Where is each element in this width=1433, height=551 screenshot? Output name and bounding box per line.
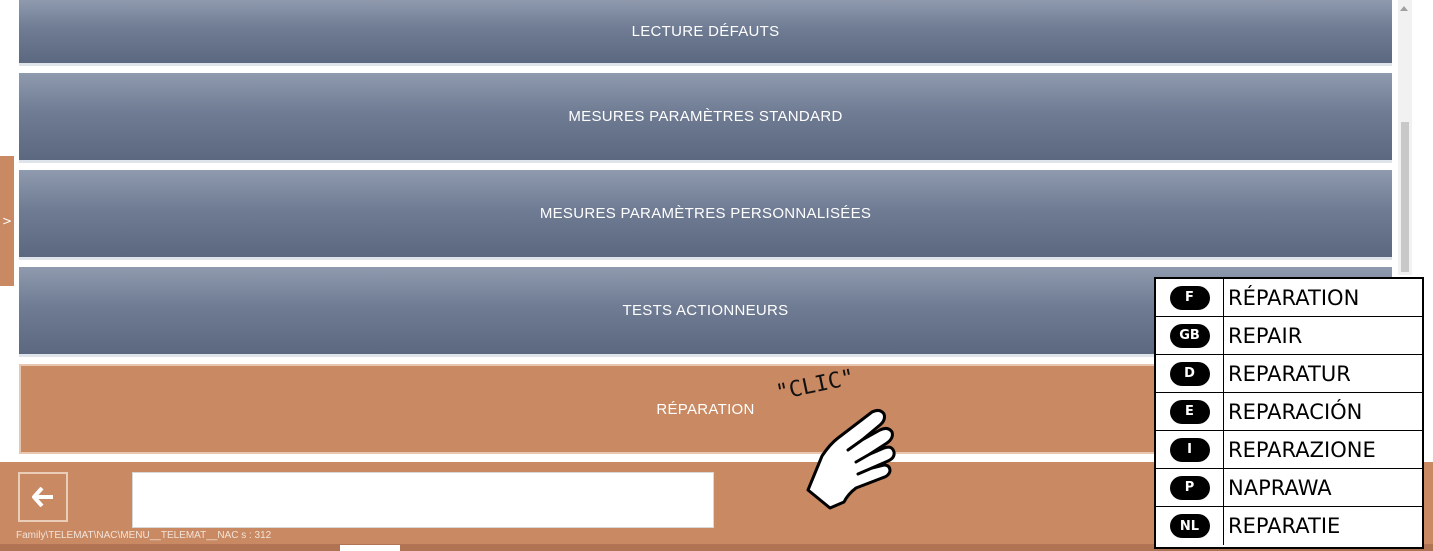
side-panel-toggle[interactable]: > <box>0 156 14 286</box>
lecture-defauts-button[interactable]: LECTURE DÉFAUTS <box>19 0 1392 66</box>
legend-badge-cell: GB <box>1156 317 1224 354</box>
italy-code-badge: I <box>1169 437 1210 462</box>
back-button[interactable] <box>18 472 68 522</box>
reparation-label: RÉPARATION <box>656 400 755 418</box>
legend-row-gb: GB REPAIR <box>1156 317 1422 355</box>
legend-word-de: REPARATUR <box>1228 361 1351 386</box>
legend-badge-cell: I <box>1156 431 1224 468</box>
tests-actionneurs-label: TESTS ACTIONNEURS <box>622 302 789 319</box>
status-tab <box>340 545 400 551</box>
translation-legend: F RÉPARATION GB REPAIR D REPARATUR E REP… <box>1154 277 1424 549</box>
mesures-parametres-personnalisees-label: MESURES PARAMÈTRES PERSONNALISÉES <box>539 205 872 222</box>
legend-row-d: D REPARATUR <box>1156 355 1422 393</box>
legend-badge-cell: D <box>1156 355 1224 392</box>
mesures-parametres-standard-button[interactable]: MESURES PARAMÈTRES STANDARD <box>19 73 1392 163</box>
legend-badge-cell: P <box>1156 469 1224 506</box>
legend-row-e: E REPARACIÓN <box>1156 393 1422 431</box>
legend-badge-cell: F <box>1156 279 1224 316</box>
legend-badge-cell: E <box>1156 393 1224 430</box>
netherlands-code-badge: NL <box>1169 514 1210 538</box>
lecture-defauts-label: LECTURE DÉFAUTS <box>631 23 780 40</box>
legend-word-it: REPARAZIONE <box>1228 437 1376 462</box>
spain-code-badge: E <box>1169 399 1210 424</box>
legend-badge-cell: NL <box>1156 507 1224 545</box>
vertical-scrollbar[interactable] <box>1398 0 1412 275</box>
scroll-up-arrow-icon[interactable] <box>1400 6 1408 11</box>
legend-row-i: I REPARAZIONE <box>1156 431 1422 469</box>
germany-code-badge: D <box>1169 361 1210 386</box>
screen: LECTURE DÉFAUTS MESURES PARAMÈTRES STAND… <box>0 0 1433 551</box>
pointing-hand-icon <box>806 408 896 510</box>
text-input-field[interactable] <box>132 472 714 528</box>
legend-row-nl: NL REPARATIE <box>1156 507 1422 545</box>
scrollbar-thumb[interactable] <box>1401 122 1409 272</box>
arrow-left-icon <box>32 487 53 507</box>
uk-code-badge: GB <box>1169 323 1210 348</box>
france-code-badge: F <box>1169 285 1210 310</box>
legend-word-en: REPAIR <box>1228 323 1303 348</box>
chevron-right-icon: > <box>2 214 13 228</box>
legend-row-p: P NAPRAWA <box>1156 469 1422 507</box>
legend-row-f: F RÉPARATION <box>1156 279 1422 317</box>
legend-word-nl: REPARATIE <box>1228 514 1341 538</box>
legend-word-es: REPARACIÓN <box>1228 399 1363 424</box>
legend-word-pl: NAPRAWA <box>1228 475 1332 500</box>
screen-path-label: Family\TELEMAT\NAC\MENU__TELEMAT__NAC s … <box>16 530 272 541</box>
poland-code-badge: P <box>1169 475 1210 500</box>
mesures-parametres-personnalisees-button[interactable]: MESURES PARAMÈTRES PERSONNALISÉES <box>19 170 1392 260</box>
mesures-parametres-standard-label: MESURES PARAMÈTRES STANDARD <box>568 108 843 125</box>
legend-word-fr: RÉPARATION <box>1228 285 1360 310</box>
